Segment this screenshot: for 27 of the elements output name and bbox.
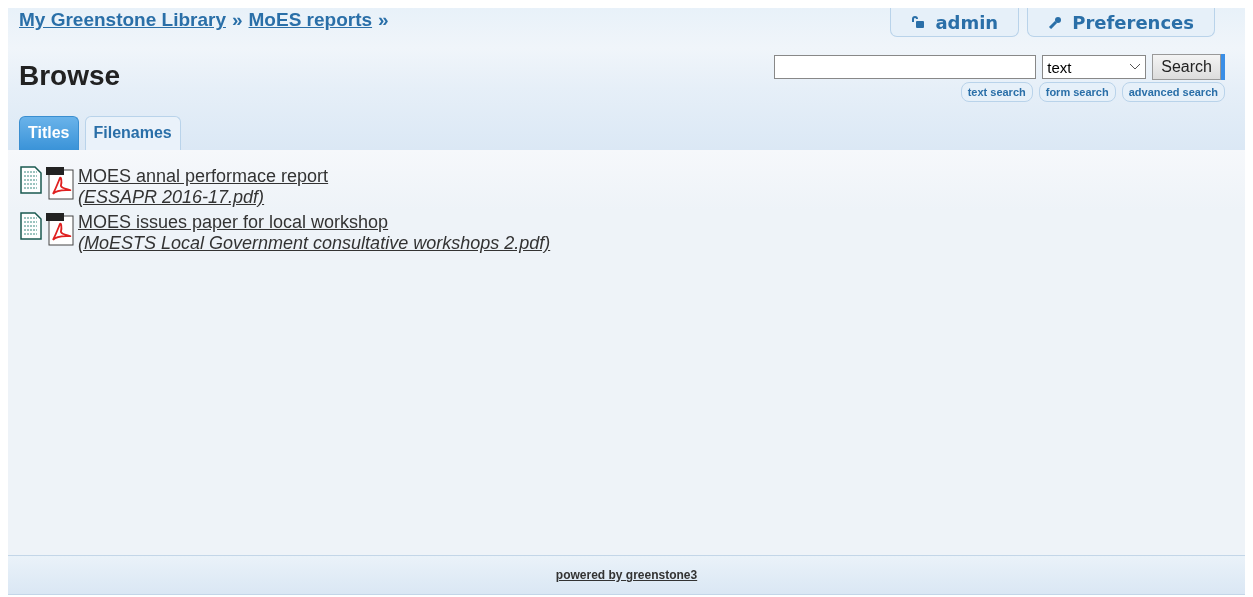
document-title-link[interactable]: MOES issues paper for local workshop [78,212,551,233]
breadcrumb-link[interactable]: My Greenstone Library [19,9,226,31]
index-select[interactable]: text [1042,55,1147,79]
search-button[interactable]: Search [1152,54,1221,80]
search-mode-link[interactable]: advanced search [1121,82,1225,102]
document-filename-link[interactable]: (MoESTS Local Government consultative workshops 2.pdf) [78,233,551,254]
breadcrumb-separator: » [378,9,389,31]
pdf-file-icon [45,166,75,200]
header-link[interactable]: admin [890,8,1020,37]
page-title: Browse [19,60,121,93]
text-document-icon [20,212,42,240]
chevron-down-icon [1129,63,1142,71]
search-mode-link[interactable]: text search [960,82,1033,102]
lock-icon [911,16,926,28]
search-field[interactable] [774,55,1037,79]
browse-tab[interactable]: Titles [19,116,79,150]
browse-tab[interactable]: Filenames [84,116,181,150]
text-document-icon [20,166,42,194]
document-title-link[interactable]: MOES annal performace report [78,166,329,187]
breadcrumb-separator: » [231,9,243,31]
footer-link[interactable]: powered by greenstone3 [555,568,698,582]
search-mode-link[interactable]: form search [1038,82,1116,102]
wrench-icon [1048,15,1063,29]
header-link[interactable]: Preferences [1027,8,1215,37]
pdf-file-icon [45,212,75,246]
breadcrumb-link[interactable]: MoES reports [248,9,373,31]
document-filename-link[interactable]: (ESSAPR 2016-17.pdf) [78,187,329,208]
